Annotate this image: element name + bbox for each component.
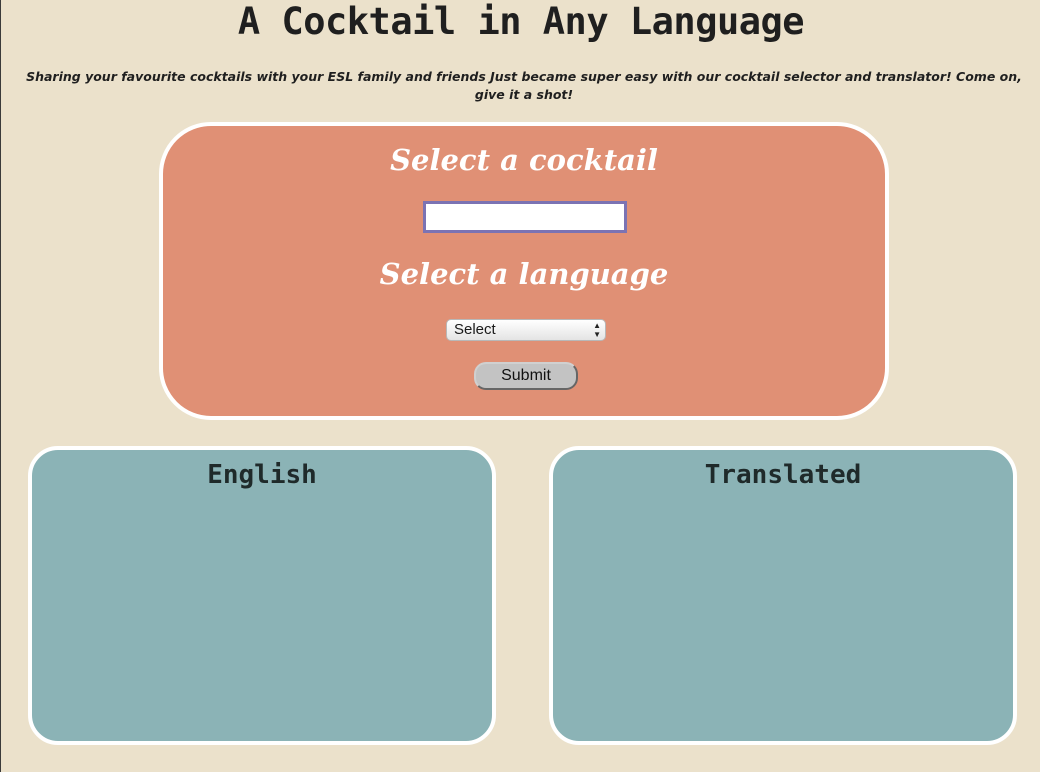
page-title: A Cocktail in Any Language [237, 0, 805, 43]
translated-heading: Translated [704, 460, 862, 490]
cocktail-heading: Select a cocktail [390, 143, 658, 177]
english-heading: English [207, 460, 317, 490]
english-result-card: English [28, 446, 496, 745]
updown-chevron-icon: ▲ ▼ [593, 321, 601, 339]
submit-button[interactable]: Submit [474, 362, 578, 390]
language-select-value: Select [454, 321, 496, 338]
cocktail-form-card: Select a cocktail Select a language Sele… [159, 122, 889, 420]
language-select[interactable]: Select ▲ ▼ [446, 319, 606, 341]
language-heading: Select a language [379, 257, 669, 291]
translated-result-card: Translated [549, 446, 1017, 745]
tagline: Sharing your favourite cocktails with yo… [26, 69, 1022, 102]
cocktail-input[interactable] [423, 201, 627, 233]
